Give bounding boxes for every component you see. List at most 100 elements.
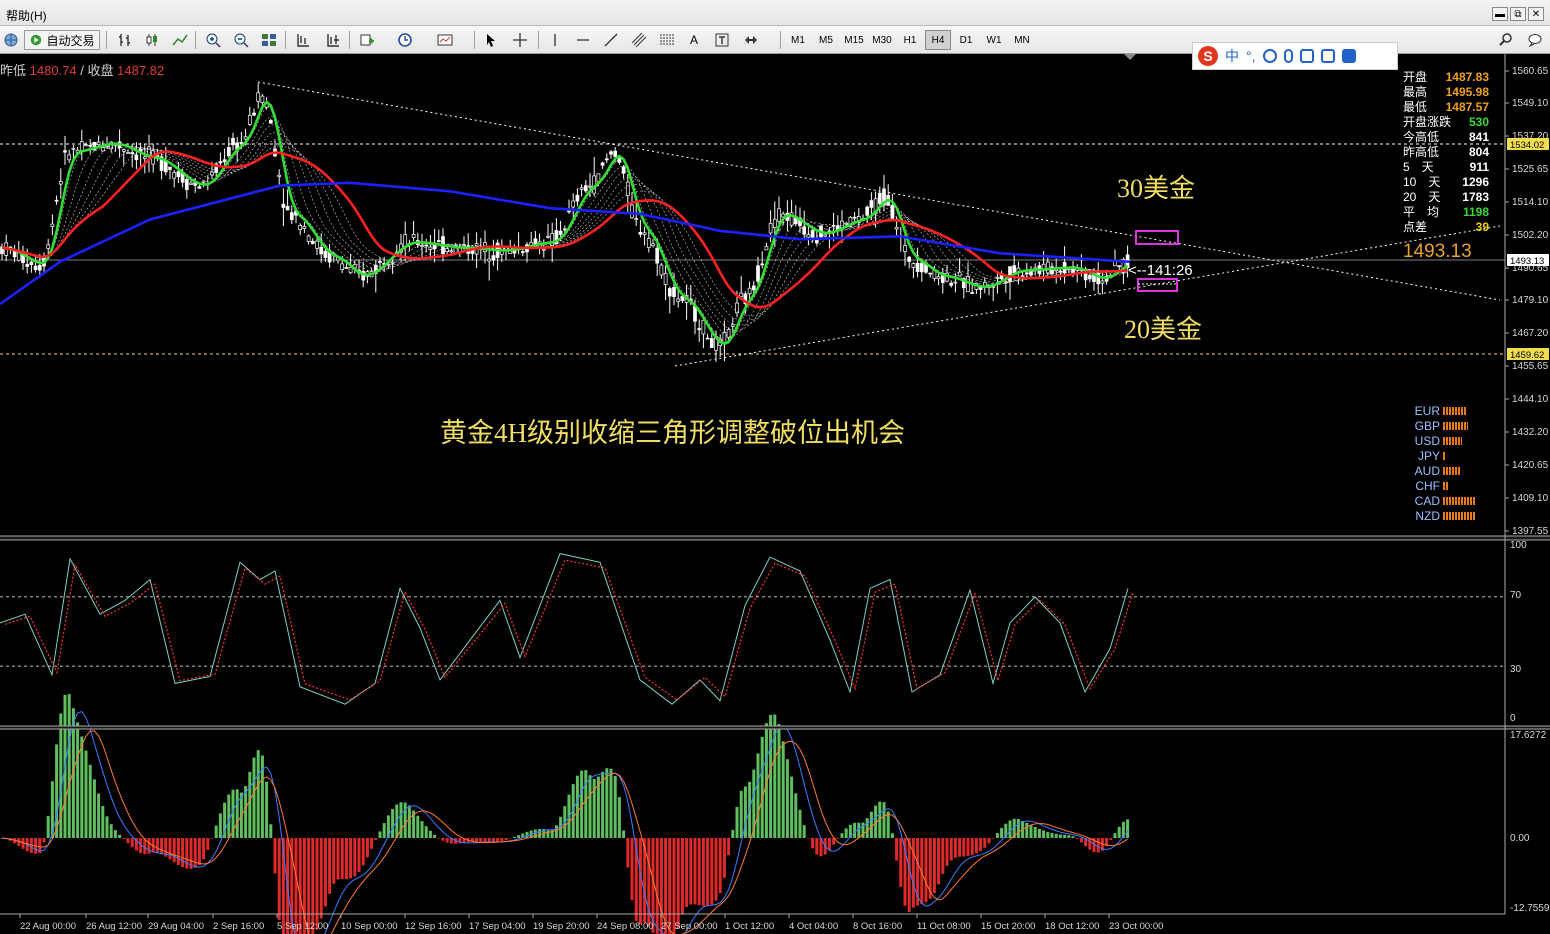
- toolbar-separator: [780, 31, 781, 49]
- templates-icon[interactable]: [434, 30, 456, 50]
- menu-help[interactable]: 帮助(H): [6, 7, 47, 24]
- text-label-icon[interactable]: [711, 30, 733, 50]
- line-chart-icon[interactable]: [169, 30, 191, 50]
- macd-histogram-bar: [361, 838, 365, 866]
- candle-body: [306, 235, 311, 243]
- candle-body: [25, 264, 30, 267]
- timeframe-m30[interactable]: M30: [869, 30, 895, 50]
- stat-row: 昨高低 804: [1403, 145, 1489, 160]
- macd-histogram-bar: [899, 838, 903, 887]
- macd-histogram-bar: [966, 838, 970, 856]
- stat-value: 1198: [1462, 205, 1489, 219]
- bar-chart-icon[interactable]: [114, 30, 136, 50]
- channel-icon[interactable]: [628, 30, 650, 50]
- macd-histogram-bar: [248, 771, 252, 838]
- currency-row: CHF: [1405, 478, 1475, 493]
- macd-histogram-bar: [420, 821, 424, 838]
- candle-body: [1087, 274, 1092, 280]
- chat-icon[interactable]: [1524, 30, 1546, 50]
- candle-body: [701, 320, 706, 335]
- minimize-button[interactable]: ▬: [1492, 7, 1508, 21]
- fibonacci-icon[interactable]: [656, 30, 678, 50]
- autoscroll-icon[interactable]: [322, 30, 344, 50]
- emoji-icon[interactable]: [1262, 49, 1277, 63]
- toolbar-separator: [538, 31, 539, 49]
- candle-body: [436, 240, 441, 243]
- cursor-icon[interactable]: [480, 30, 502, 50]
- globe-icon[interactable]: [0, 30, 22, 50]
- currency-strength-bar: [1443, 466, 1461, 475]
- macd-histogram-bar: [210, 838, 214, 839]
- microphone-icon[interactable]: [1283, 49, 1293, 63]
- timeframe-m1[interactable]: M1: [785, 30, 811, 50]
- macd-histogram-bar: [1029, 824, 1033, 838]
- candle-body: [739, 292, 744, 298]
- macd-histogram-bar: [403, 802, 407, 838]
- macd-histogram-bar: [487, 838, 491, 842]
- candle-body: [646, 238, 651, 248]
- horizontal-line-icon[interactable]: [572, 30, 594, 50]
- timeframe-m5[interactable]: M5: [813, 30, 839, 50]
- ime-toolbar[interactable]: S 中 °,: [1192, 42, 1398, 70]
- periods-clock-icon[interactable]: [394, 30, 416, 50]
- macd-histogram-bar: [689, 838, 693, 905]
- candle-body: [277, 174, 282, 177]
- macd-histogram-bar: [987, 838, 991, 844]
- zoom-out-icon[interactable]: [230, 30, 252, 50]
- indicators-icon[interactable]: [356, 30, 378, 50]
- ime-punctuation[interactable]: °,: [1246, 48, 1256, 64]
- restore-button[interactable]: ⧉: [1510, 7, 1526, 21]
- candle-body: [609, 151, 613, 155]
- chart-shift-icon[interactable]: [292, 30, 314, 50]
- macd-histogram-bar: [113, 830, 117, 838]
- price-chart[interactable]: <--141:26 1560.651549.101537.201525.6515…: [0, 54, 1550, 934]
- macd-histogram-bar: [416, 815, 420, 838]
- timeframe-d1[interactable]: D1: [953, 30, 979, 50]
- current-price: 1493.13: [1403, 241, 1472, 262]
- ime-language[interactable]: 中: [1225, 46, 1239, 66]
- candlestick-icon[interactable]: [141, 30, 163, 50]
- macd-histogram-bar: [55, 744, 59, 838]
- stat-label: 5 天: [1403, 160, 1434, 174]
- candle-body: [957, 271, 962, 277]
- skin-icon[interactable]: [1320, 49, 1335, 63]
- macd-histogram-bar: [907, 838, 911, 912]
- timeframe-h4[interactable]: H4: [925, 30, 951, 50]
- candle-body: [323, 250, 328, 258]
- macd-histogram-bar: [311, 838, 315, 934]
- price-tick-label: 1444.10: [1512, 394, 1549, 405]
- macd-histogram-bar: [945, 838, 949, 866]
- candle-body: [667, 288, 672, 297]
- toolbox-icon[interactable]: [1341, 49, 1356, 63]
- tile-windows-icon[interactable]: [258, 30, 280, 50]
- timeframe-m15[interactable]: M15: [841, 30, 867, 50]
- macd-histogram-bar: [857, 822, 861, 838]
- keyboard-icon[interactable]: [1299, 49, 1314, 63]
- timeframe-w1[interactable]: W1: [981, 30, 1007, 50]
- currency-row: GBP: [1405, 418, 1475, 433]
- text-tool-button[interactable]: A: [683, 30, 705, 50]
- macd-histogram-bar: [680, 838, 684, 915]
- price-tick-label: 1432.20: [1512, 427, 1549, 438]
- candle-body: [772, 218, 777, 228]
- macd-histogram-bar: [1109, 838, 1113, 840]
- macd-histogram-bar: [991, 838, 995, 839]
- close-button[interactable]: ✕: [1528, 7, 1544, 21]
- timeframe-h1[interactable]: H1: [897, 30, 923, 50]
- candle-body: [46, 244, 51, 249]
- crosshair-icon[interactable]: [509, 30, 531, 50]
- macd-histogram-bar: [584, 770, 588, 838]
- prev-low-label: 昨低: [0, 63, 27, 78]
- candle-body: [877, 192, 882, 204]
- stats-panel: 开盘 1487.83 最高 1495.98 最低 1487.57 开盘涨跌 530 今高低 841…: [1403, 70, 1489, 235]
- auto-trading-button[interactable]: 自动交易: [24, 30, 100, 50]
- zoom-in-icon[interactable]: [202, 30, 224, 50]
- macd-histogram-bar: [336, 838, 340, 880]
- currency-name: JPY: [1417, 448, 1440, 463]
- macd-histogram-bar: [995, 833, 999, 838]
- search-icon[interactable]: [1495, 30, 1517, 50]
- arrows-icon[interactable]: [740, 30, 762, 50]
- timeframe-mn[interactable]: MN: [1009, 30, 1035, 50]
- trendline-icon[interactable]: [600, 30, 622, 50]
- vertical-line-icon[interactable]: [544, 30, 566, 50]
